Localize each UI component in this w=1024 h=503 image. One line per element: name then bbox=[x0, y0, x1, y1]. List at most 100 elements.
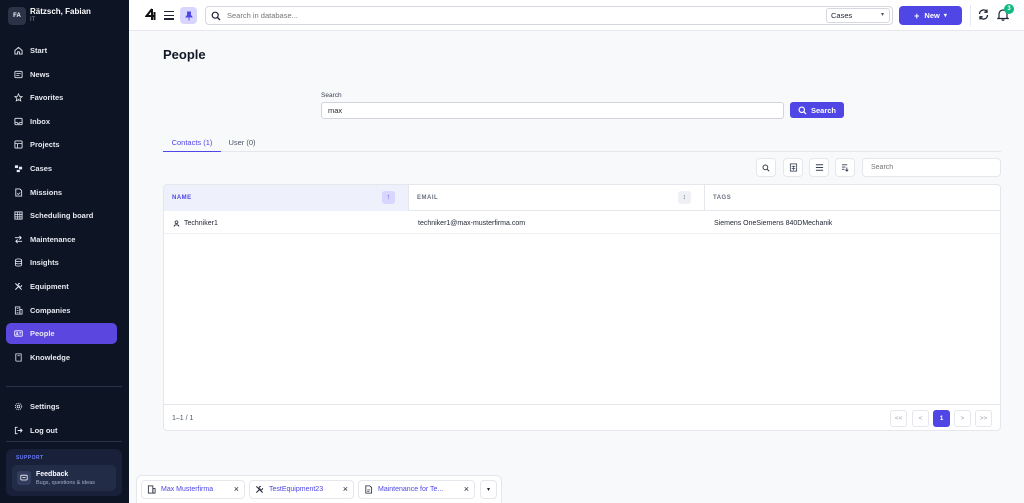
global-search-input[interactable] bbox=[227, 10, 817, 21]
dock-tab-label: Maintenance for Te... bbox=[378, 486, 444, 493]
feedback-button[interactable]: Feedback Bugs, questions & ideas bbox=[12, 465, 116, 491]
app-logo[interactable] bbox=[144, 8, 158, 24]
page-title: People bbox=[163, 47, 206, 62]
building-icon bbox=[147, 485, 156, 494]
sidebar-item-label: Maintenance bbox=[30, 234, 76, 244]
plus-icon: + bbox=[914, 10, 920, 21]
sidebar-item-people[interactable]: People bbox=[6, 323, 117, 345]
sidebar-item-scheduling-board[interactable]: Scheduling board bbox=[6, 205, 117, 226]
search-label: Search bbox=[321, 92, 342, 99]
spreadsheet-icon bbox=[789, 163, 797, 172]
sidebar-item-favorites[interactable]: Favorites bbox=[6, 87, 117, 108]
sidebar-item-inbox[interactable]: Inbox bbox=[6, 111, 117, 132]
dock-tab-equipment[interactable]: TestEquipment23 × bbox=[249, 480, 354, 499]
columns-button[interactable] bbox=[809, 158, 829, 177]
dock-tab-maintenance[interactable]: Maintenance for Te... × bbox=[358, 480, 475, 499]
sidebar-item-label: Log out bbox=[30, 425, 58, 435]
first-page-button[interactable]: << bbox=[890, 410, 907, 427]
column-header-email[interactable]: EMAIL ↕ bbox=[409, 185, 705, 211]
sidebar-item-settings[interactable]: Settings bbox=[6, 396, 117, 417]
sidebar-item-label: Favorites bbox=[30, 93, 64, 103]
avatar: FA bbox=[8, 7, 26, 25]
search-scope-select[interactable]: Cases ▾ bbox=[826, 8, 890, 23]
sidebar-item-equipment[interactable]: Equipment bbox=[6, 276, 117, 297]
sort-asc-icon[interactable]: ↑ bbox=[382, 191, 395, 204]
sidebar-item-label: Inbox bbox=[30, 116, 50, 126]
support-panel: SUPPORT Feedback Bugs, questions & ideas bbox=[6, 449, 122, 496]
close-icon[interactable]: × bbox=[234, 484, 239, 494]
recent-items-dock: Max Musterfirma × TestEquipment23 × Main… bbox=[136, 475, 502, 503]
sync-button[interactable] bbox=[977, 8, 990, 23]
sidebar-item-label: Knowledge bbox=[30, 352, 71, 362]
home-icon bbox=[13, 46, 23, 56]
sidebar-item-start[interactable]: Start bbox=[6, 40, 117, 61]
sidebar-item-label: News bbox=[30, 69, 50, 79]
sidebar-item-logout[interactable]: Log out bbox=[6, 420, 117, 441]
tools-icon bbox=[13, 281, 23, 291]
new-button[interactable]: + New ▾ bbox=[899, 6, 962, 25]
close-icon[interactable]: × bbox=[464, 484, 469, 494]
cell-tags: Siemens OneSiemens 840DMechanik bbox=[714, 219, 833, 227]
search-icon bbox=[762, 163, 770, 172]
sidebar: FA Rätzsch, Fabian IT Start News Favorit… bbox=[0, 0, 129, 503]
dock-tab-label: Max Musterfirma bbox=[161, 486, 214, 493]
sidebar-item-cases[interactable]: Cases bbox=[6, 158, 117, 179]
table-search-toggle-button[interactable] bbox=[756, 158, 776, 177]
table-search-input[interactable] bbox=[862, 158, 1001, 177]
search-scope-value: Cases bbox=[831, 11, 853, 20]
search-icon bbox=[211, 11, 221, 23]
search-button[interactable]: Search bbox=[790, 102, 844, 118]
dock-expand-button[interactable]: ▾ bbox=[480, 480, 497, 499]
sidebar-item-news[interactable]: News bbox=[6, 64, 117, 85]
column-header-label: EMAIL bbox=[417, 195, 439, 201]
gear-icon bbox=[13, 402, 23, 412]
sidebar-bottom-nav: Settings Log out bbox=[6, 396, 117, 443]
inbox-icon bbox=[13, 116, 23, 126]
projects-icon bbox=[13, 140, 23, 150]
column-header-label: TAGS bbox=[713, 195, 732, 201]
user-profile[interactable]: FA Rätzsch, Fabian IT bbox=[8, 6, 124, 26]
sidebar-item-label: Equipment bbox=[30, 281, 69, 291]
menu-icon[interactable] bbox=[164, 11, 174, 22]
sidebar-item-maintenance[interactable]: Maintenance bbox=[6, 229, 117, 250]
close-icon[interactable]: × bbox=[343, 484, 348, 494]
cell-name[interactable]: Techniker1 bbox=[173, 212, 218, 234]
message-icon bbox=[17, 471, 31, 485]
tab-user[interactable]: User (0) bbox=[222, 133, 262, 152]
table-header: NAME ↑ EMAIL ↕ TAGS bbox=[164, 185, 1000, 211]
tab-contacts[interactable]: Contacts (1) bbox=[163, 133, 221, 152]
sidebar-item-missions[interactable]: Missions bbox=[6, 182, 117, 203]
user-department: IT bbox=[30, 17, 36, 23]
pin-icon bbox=[184, 11, 193, 20]
sidebar-item-label: Settings bbox=[30, 402, 60, 411]
sidebar-item-label: Projects bbox=[30, 140, 60, 150]
building-icon bbox=[13, 305, 23, 315]
sidebar-item-companies[interactable]: Companies bbox=[6, 300, 117, 321]
previous-page-button[interactable]: < bbox=[912, 410, 929, 427]
sidebar-item-insights[interactable]: Insights bbox=[6, 252, 117, 273]
sidebar-item-knowledge[interactable]: Knowledge bbox=[6, 347, 117, 368]
column-header-name[interactable]: NAME ↑ bbox=[164, 185, 409, 211]
sidebar-item-projects[interactable]: Projects bbox=[6, 134, 117, 155]
last-page-button[interactable]: >> bbox=[975, 410, 992, 427]
book-icon bbox=[13, 352, 23, 362]
search-icon bbox=[798, 105, 807, 115]
pin-button[interactable] bbox=[180, 7, 197, 24]
cell-email[interactable]: techniker1@max-musterfirma.com bbox=[418, 212, 525, 234]
filter-button[interactable] bbox=[835, 158, 855, 177]
global-search: Cases ▾ bbox=[205, 6, 893, 25]
sort-icon[interactable]: ↕ bbox=[678, 191, 691, 204]
people-table: NAME ↑ EMAIL ↕ TAGS Techniker1 techniker… bbox=[163, 184, 1001, 431]
dock-tab-company[interactable]: Max Musterfirma × bbox=[141, 480, 245, 499]
table-row[interactable]: Techniker1 techniker1@max-musterfirma.co… bbox=[164, 212, 1000, 234]
sidebar-item-label: Insights bbox=[30, 258, 59, 268]
table-footer: 1–1 / 1 << < 1 > >> bbox=[164, 404, 1000, 430]
id-card-icon bbox=[13, 329, 23, 339]
column-header-tags[interactable]: TAGS bbox=[705, 185, 1000, 211]
export-button[interactable] bbox=[783, 158, 803, 177]
page-1-button[interactable]: 1 bbox=[933, 410, 950, 427]
sidebar-item-label: Missions bbox=[30, 187, 63, 197]
next-page-button[interactable]: > bbox=[954, 410, 971, 427]
people-search-input[interactable] bbox=[321, 102, 784, 119]
main-nav: Start News Favorites Inbox Projects Case… bbox=[6, 40, 117, 370]
